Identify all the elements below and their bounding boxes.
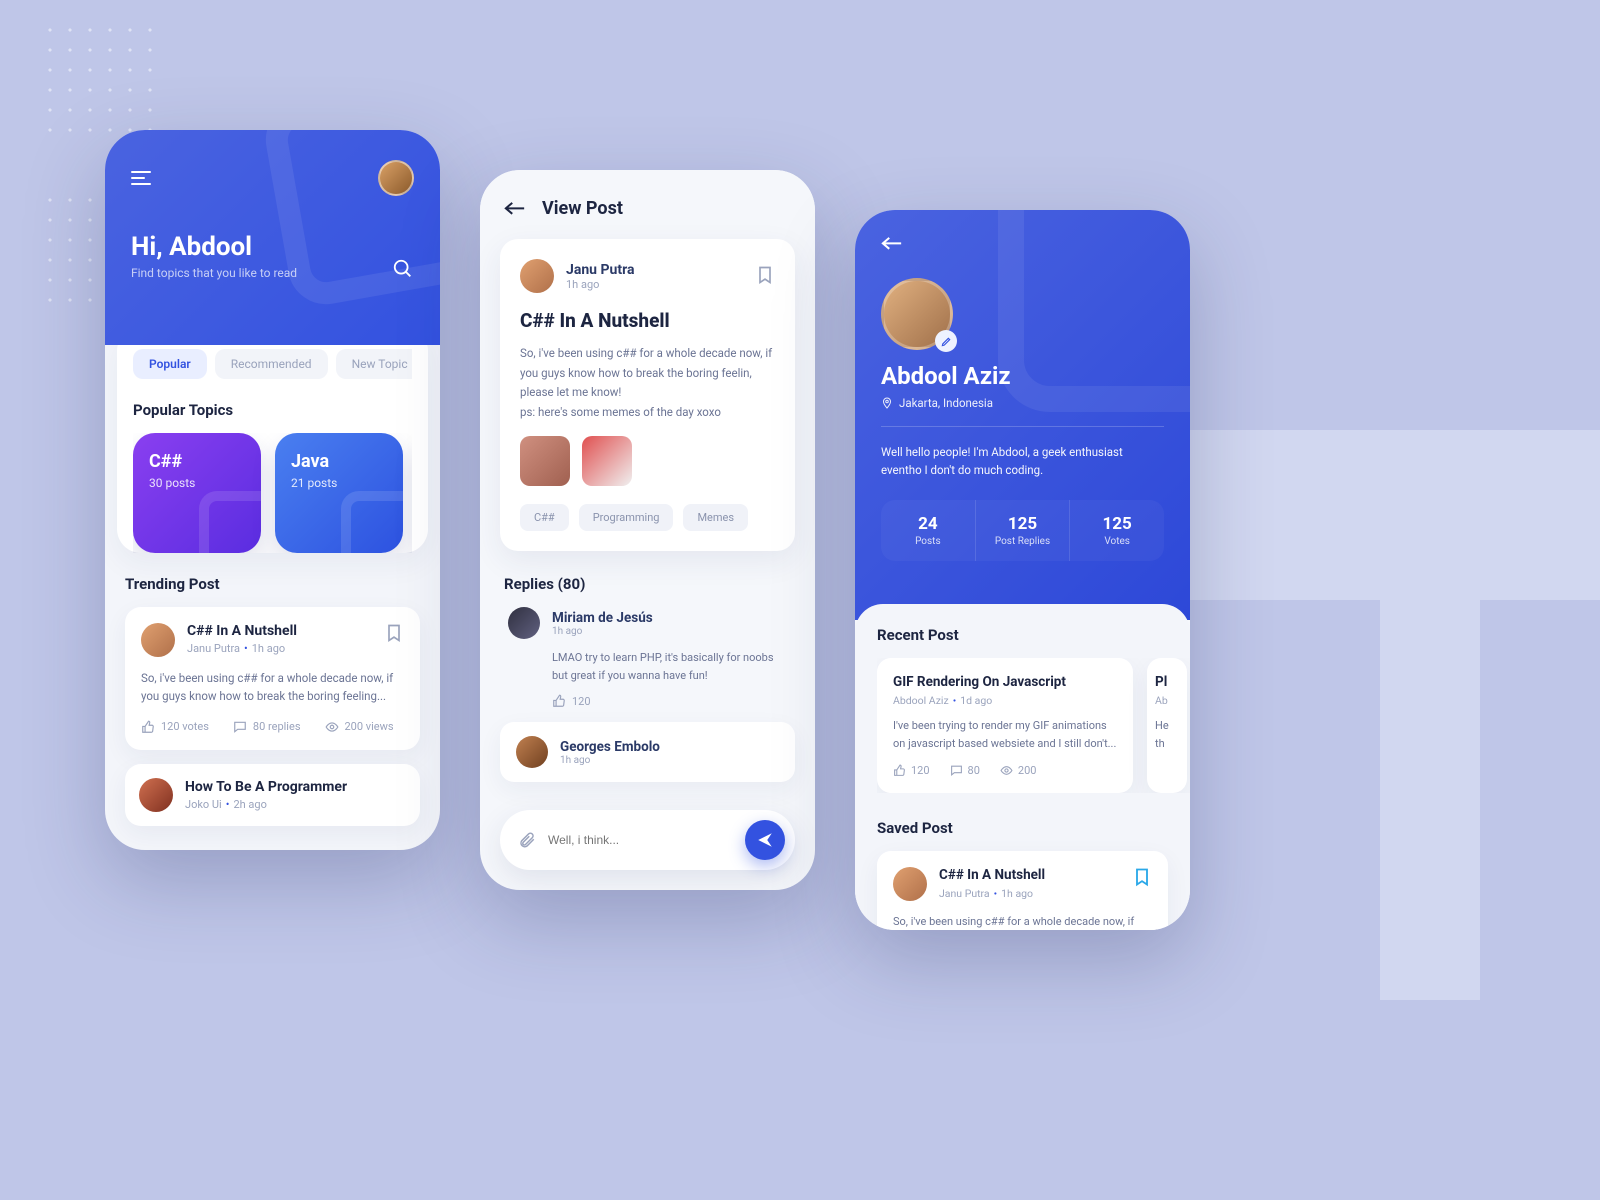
topic-name: C##: [149, 451, 245, 472]
avatar: [139, 778, 173, 812]
post-title: C## In A Nutshell: [520, 309, 775, 332]
post-image[interactable]: [582, 436, 632, 486]
reply-input[interactable]: [548, 833, 733, 847]
popular-topics-title: Popular Topics: [133, 401, 412, 419]
reply-author: Miriam de Jesús: [552, 610, 653, 626]
greeting: Hi, Abdool: [131, 232, 297, 262]
screen-view-post: View Post Janu Putra 1h ago C## In A Nut…: [480, 170, 815, 890]
post-meta: Joko Ui•2h ago: [185, 798, 406, 811]
screen-home: Hi, Abdool Find topics that you like to …: [105, 130, 440, 850]
post-stats: 120 votes 80 replies 200 views: [141, 720, 404, 734]
post-author: Janu Putra: [566, 262, 743, 278]
tag[interactable]: C##: [520, 504, 569, 531]
recent-post-card[interactable]: GIF Rendering On Javascript Abdool Aziz•…: [877, 658, 1133, 793]
reply-body: LMAO try to learn PHP, it's basically fo…: [552, 649, 787, 684]
post-meta: Janu Putra•1h ago: [939, 887, 1120, 900]
profile-stats: 24 Posts 125 Post Replies 125 Votes: [881, 500, 1164, 561]
recent-post-card[interactable]: Pl Ab He th: [1147, 658, 1187, 793]
reply: Miriam de Jesús 1h ago LMAO try to learn…: [504, 607, 791, 708]
search-icon[interactable]: [392, 258, 414, 280]
back-icon[interactable]: [504, 201, 526, 217]
category-tabs: Popular Recommended New Topic L: [133, 349, 412, 379]
greeting-subtitle: Find topics that you like to read: [131, 266, 297, 280]
back-icon[interactable]: [881, 236, 903, 252]
page-title: View Post: [542, 198, 623, 219]
profile-name: Abdool Aziz: [881, 362, 1164, 390]
profile-location: Jakarta, Indonesia: [881, 396, 1164, 410]
avatar: [141, 623, 175, 657]
reply-composer: [500, 810, 795, 870]
saved-post-card[interactable]: C## In A Nutshell Janu Putra•1h ago So, …: [877, 851, 1168, 930]
post-title: C## In A Nutshell: [939, 867, 1120, 883]
bookmark-icon[interactable]: [755, 265, 775, 287]
bookmark-icon[interactable]: [384, 623, 404, 645]
post-time: 1h ago: [566, 278, 743, 291]
reply[interactable]: Georges Embolo 1h ago: [500, 722, 795, 782]
avatar[interactable]: [508, 607, 540, 639]
avatar[interactable]: [520, 259, 554, 293]
topic-card-csharp[interactable]: C## 30 posts: [133, 433, 261, 553]
reply-author: Georges Embolo: [560, 739, 660, 755]
trending-post[interactable]: How To Be A Programmer Joko Ui•2h ago: [125, 764, 420, 826]
tag[interactable]: Programming: [579, 504, 674, 531]
stat-replies[interactable]: 125 Post Replies: [976, 500, 1071, 561]
avatar[interactable]: [378, 160, 414, 196]
topic-posts: 21 posts: [291, 476, 387, 490]
post-body: So, i've been using c## for a whole deca…: [520, 344, 775, 422]
stat-votes[interactable]: 125 Votes: [1070, 500, 1164, 561]
post-title: Pl: [1155, 674, 1179, 690]
recent-post-title: Recent Post: [877, 626, 1190, 644]
reply-time: 1h ago: [552, 626, 653, 637]
replies-title: Replies (80): [504, 575, 791, 593]
topic-card-java[interactable]: Java 21 posts: [275, 433, 403, 553]
saved-post-title: Saved Post: [877, 819, 1190, 837]
post-title: C## In A Nutshell: [187, 623, 372, 639]
tag[interactable]: Memes: [683, 504, 748, 531]
trending-post[interactable]: C## In A Nutshell Janu Putra•1h ago So, …: [125, 607, 420, 750]
tab-popular[interactable]: Popular: [133, 349, 207, 379]
tab-recommended[interactable]: Recommended: [215, 349, 328, 379]
reply-likes[interactable]: 120: [552, 694, 787, 708]
attachment-icon[interactable]: [518, 831, 536, 849]
post-stats: 120 80 200: [893, 764, 1117, 777]
send-button[interactable]: [745, 820, 785, 860]
edit-profile-icon[interactable]: [935, 330, 957, 352]
post-excerpt: I've been trying to render my GIF animat…: [893, 717, 1117, 752]
post-meta: Janu Putra•1h ago: [187, 642, 372, 655]
tab-new-topic[interactable]: New Topic: [336, 349, 412, 379]
post-excerpt: So, i've been using c## for a whole deca…: [141, 669, 404, 706]
screen-profile: Abdool Aziz Jakarta, Indonesia Well hell…: [855, 210, 1190, 930]
bookmark-icon[interactable]: [1132, 867, 1152, 889]
profile-bio: Well hello people! I'm Abdool, a geek en…: [881, 443, 1164, 480]
trending-title: Trending Post: [125, 575, 420, 593]
topic-name: Java: [291, 451, 387, 472]
location-icon: [881, 397, 893, 409]
post-image[interactable]: [520, 436, 570, 486]
profile-header: Abdool Aziz Jakarta, Indonesia Well hell…: [855, 210, 1190, 620]
home-header: Hi, Abdool Find topics that you like to …: [105, 130, 440, 345]
post-meta: Abdool Aziz•1d ago: [893, 694, 1117, 707]
avatar: [893, 867, 927, 901]
post-excerpt: So, i've been using c## for a whole deca…: [893, 913, 1152, 930]
menu-icon[interactable]: [131, 171, 151, 185]
post-card: Janu Putra 1h ago C## In A Nutshell So, …: [500, 239, 795, 551]
post-title: GIF Rendering On Javascript: [893, 674, 1117, 690]
post-title: How To Be A Programmer: [185, 779, 406, 795]
avatar: [516, 736, 548, 768]
topic-posts: 30 posts: [149, 476, 245, 490]
reply-time: 1h ago: [560, 755, 660, 766]
stat-posts[interactable]: 24 Posts: [881, 500, 976, 561]
